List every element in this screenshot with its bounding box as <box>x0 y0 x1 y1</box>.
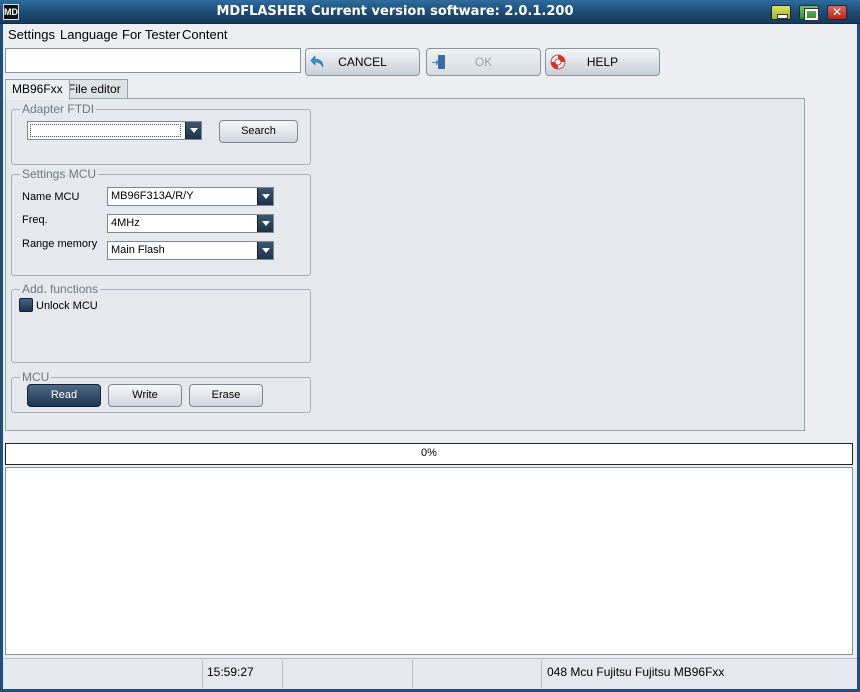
ok-label: OK <box>474 55 493 69</box>
adapter-select[interactable] <box>27 121 202 140</box>
status-separator <box>282 660 283 688</box>
chevron-down-icon[interactable] <box>257 242 273 259</box>
status-separator <box>541 660 542 688</box>
read-button[interactable]: Read <box>27 384 101 407</box>
help-label: HELP <box>586 55 619 69</box>
lifebuoy-icon <box>550 54 566 70</box>
freq-label: Freq. <box>22 214 48 226</box>
tab-mb96fxx[interactable]: MB96Fxx <box>5 79 70 100</box>
menu-settings[interactable]: Settings <box>8 27 55 42</box>
unlock-mcu-label[interactable]: Unlock MCU <box>36 300 98 312</box>
cancel-button[interactable]: CANCEL <box>305 48 420 76</box>
range-memory-select[interactable]: Main Flash <box>107 241 274 260</box>
undo-arrow-icon <box>310 55 324 68</box>
name-mcu-select[interactable]: MB96F313A/R/Y <box>107 187 274 206</box>
range-memory-value: Main Flash <box>111 244 165 256</box>
enter-door-icon <box>432 55 445 69</box>
progress-bar: 0% <box>5 443 853 465</box>
name-mcu-label: Name MCU <box>22 191 80 203</box>
close-button[interactable]: ✕ <box>827 5 847 20</box>
menu-content[interactable]: Content <box>182 27 228 42</box>
menu-language[interactable]: Language <box>60 27 118 42</box>
chevron-down-icon[interactable] <box>185 122 201 139</box>
mcu-title: MCU <box>20 370 52 384</box>
maximize-button[interactable] <box>799 5 819 21</box>
status-message: 048 Mcu Fujitsu Fujitsu MB96Fxx <box>547 665 725 679</box>
adapter-ftdi-title: Adapter FTDI <box>20 102 97 116</box>
chevron-down-icon[interactable] <box>257 215 273 232</box>
erase-button[interactable]: Erase <box>189 384 263 407</box>
status-bar <box>3 658 857 689</box>
status-time: 15:59:27 <box>207 665 254 679</box>
cancel-label: CANCEL <box>338 55 387 69</box>
search-button[interactable]: Search <box>219 120 298 143</box>
progress-text: 0% <box>421 447 437 459</box>
tab-file-editor[interactable]: File editor <box>61 79 128 99</box>
chevron-down-icon[interactable] <box>257 188 273 205</box>
status-separator <box>202 660 203 688</box>
close-icon: ✕ <box>831 5 843 19</box>
status-separator <box>412 660 413 688</box>
name-mcu-value: MB96F313A/R/Y <box>111 190 194 202</box>
settings-mcu-title: Settings MCU <box>20 167 99 181</box>
help-button[interactable]: HELP <box>545 48 660 76</box>
command-input[interactable] <box>5 48 301 73</box>
minimize-button[interactable] <box>771 5 791 20</box>
menu-for-tester[interactable]: For Tester <box>122 27 180 42</box>
log-area[interactable] <box>5 467 853 655</box>
freq-select[interactable]: 4MHz <box>107 214 274 233</box>
unlock-mcu-checkbox[interactable] <box>19 298 33 312</box>
window-title: MDFLASHER Current version software: 2.0.… <box>216 4 574 19</box>
ok-button[interactable]: OK <box>426 48 541 76</box>
add-functions-title: Add. functions <box>20 282 101 296</box>
write-button[interactable]: Write <box>108 384 182 407</box>
range-memory-label: Range memory <box>22 238 98 250</box>
freq-value: 4MHz <box>111 217 140 229</box>
